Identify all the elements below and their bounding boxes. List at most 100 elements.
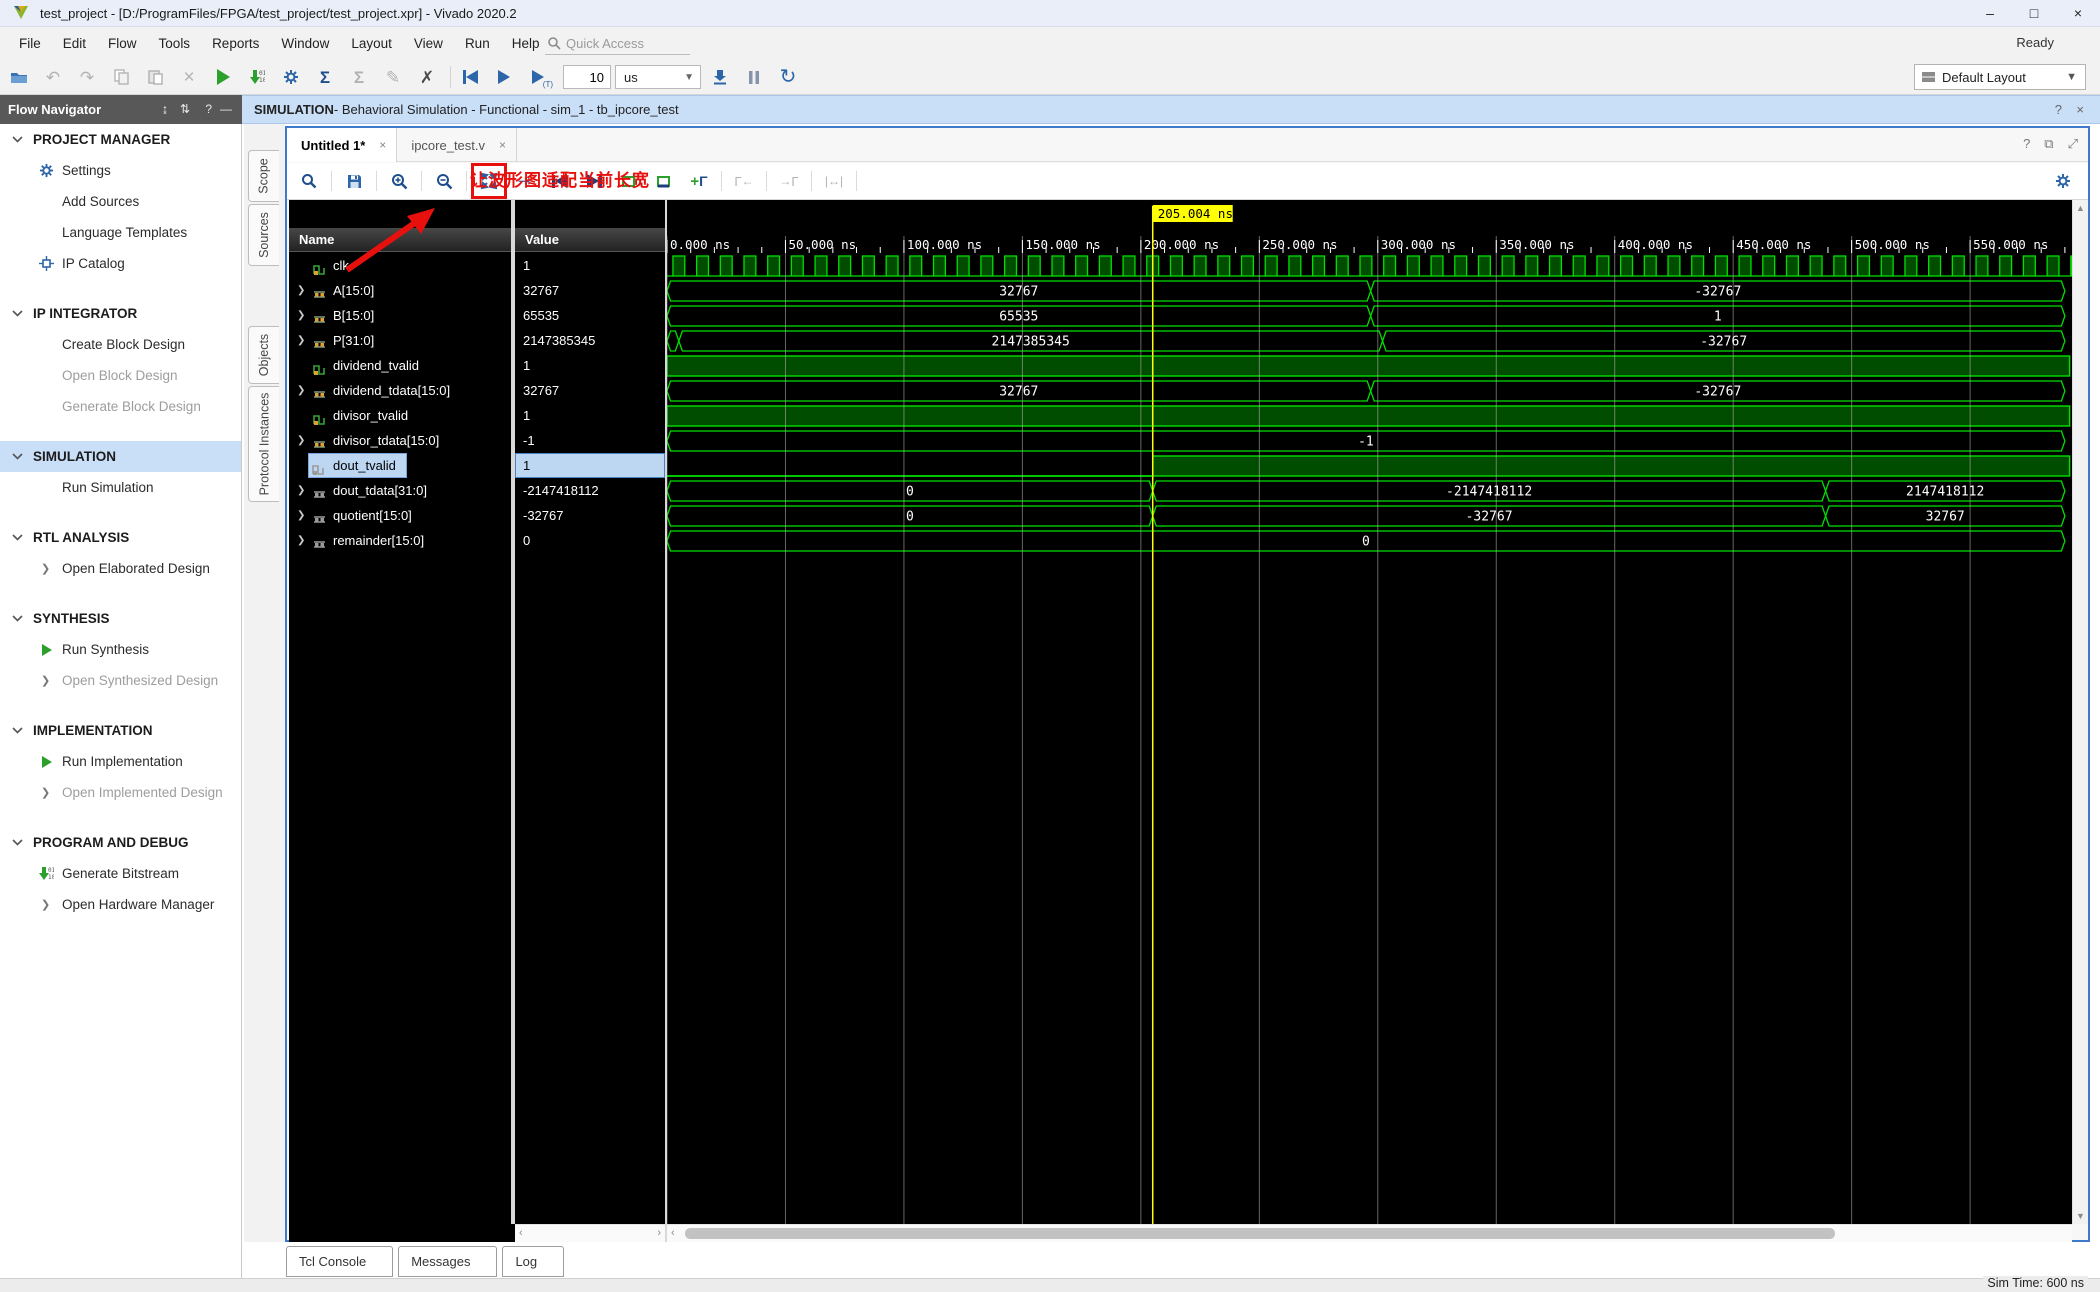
signal-value-quotient-15-0[interactable]: -32767: [515, 503, 665, 528]
signal-name-row-dividend-tdata-15-0[interactable]: ❯ dividend_tdata[15:0]: [289, 378, 511, 403]
paste-icon[interactable]: [140, 64, 170, 90]
sidebar-item-open-elaborated-design[interactable]: ❯ Open Elaborated Design: [0, 553, 241, 584]
run-all-icon[interactable]: [489, 64, 519, 90]
signal-value-clk[interactable]: 1: [515, 253, 665, 278]
signal-value-p-31-0[interactable]: 2147385345: [515, 328, 665, 353]
expand-chevron-icon[interactable]: ❯: [297, 428, 305, 453]
signal-value-dout-tvalid[interactable]: 1: [515, 453, 665, 478]
layout-selector[interactable]: Default Layout ▼: [1914, 64, 2086, 90]
runtime-unit-select[interactable]: us ▼: [615, 65, 701, 89]
open-file-icon[interactable]: [4, 64, 34, 90]
expand-chevron-icon[interactable]: ❯: [297, 303, 305, 328]
nav-section-header-ip-integrator[interactable]: IP INTEGRATOR: [0, 298, 241, 329]
signal-value-b-15-0[interactable]: 65535: [515, 303, 665, 328]
signal-name-row-a-15-0[interactable]: ❯ A[15:0]: [289, 278, 511, 303]
scroll-up-icon[interactable]: ▲: [2073, 203, 2088, 213]
menu-item-window[interactable]: Window: [270, 32, 340, 55]
signal-name-row-b-15-0[interactable]: ❯ B[15:0]: [289, 303, 511, 328]
expand-chevron-icon[interactable]: ❯: [297, 278, 305, 303]
signal-name-row-divisor-tdata-15-0[interactable]: ❯ divisor_tdata[15:0]: [289, 428, 511, 453]
minimize-panel-icon[interactable]: —: [220, 102, 232, 116]
help-icon[interactable]: ?: [205, 102, 212, 116]
menu-item-tools[interactable]: Tools: [148, 32, 202, 55]
wave-settings-gear-icon[interactable]: [2050, 168, 2076, 194]
menu-item-flow[interactable]: Flow: [97, 32, 148, 55]
scroll-down-icon[interactable]: ▼: [2073, 1211, 2088, 1221]
wave-tab-untitled-1[interactable]: Untitled 1* ×: [287, 128, 398, 162]
quick-access-input[interactable]: [566, 35, 676, 51]
sidebar-item-language-templates[interactable]: Language Templates: [0, 217, 241, 248]
maximize-button[interactable]: □: [2012, 0, 2056, 26]
signal-name-row-dout-tvalid[interactable]: dout_tvalid: [289, 453, 511, 478]
bottom-tab-log[interactable]: Log: [502, 1246, 565, 1277]
expand-chevron-icon[interactable]: ❯: [41, 562, 50, 575]
value-horizontal-scrollbar[interactable]: ‹ ›: [515, 1224, 665, 1242]
swap-cursor-icon-2[interactable]: [651, 168, 677, 194]
nav-section-header-project-manager[interactable]: PROJECT MANAGER: [0, 124, 241, 155]
delete-icon[interactable]: ×: [174, 64, 204, 90]
redo-icon[interactable]: ↷: [72, 64, 102, 90]
wave-tab-ipcore-test-v[interactable]: ipcore_test.v ×: [397, 128, 518, 162]
restart-simulation-icon[interactable]: [455, 64, 485, 90]
signal-value-divisor-tvalid[interactable]: 1: [515, 403, 665, 428]
nav-section-header-program-and-debug[interactable]: PROGRAM AND DEBUG: [0, 827, 241, 858]
scroll-right-icon[interactable]: ›: [657, 1227, 661, 1239]
wave-horizontal-scrollbar[interactable]: ‹: [667, 1224, 2072, 1242]
report-sigma-icon[interactable]: Σ: [310, 64, 340, 90]
sidebar-item-open-implemented-design[interactable]: ❯ Open Implemented Design: [0, 777, 241, 808]
value-column-header[interactable]: Value: [515, 228, 665, 252]
sidebar-item-generate-bitstream[interactable]: 0110 Generate Bitstream: [0, 858, 241, 889]
side-tab-objects[interactable]: Objects: [248, 326, 279, 384]
panel-maximize-icon[interactable]: ⤢: [2068, 136, 2078, 152]
sidebar-item-run-synthesis[interactable]: Run Synthesis: [0, 634, 241, 665]
close-button[interactable]: ×: [2056, 0, 2100, 26]
menu-item-help[interactable]: Help: [501, 32, 551, 55]
menu-item-run[interactable]: Run: [454, 32, 501, 55]
relaunch-icon[interactable]: ↻: [773, 64, 803, 90]
panel-help-icon[interactable]: ?: [2023, 136, 2030, 152]
copy-icon[interactable]: [106, 64, 136, 90]
settings-gear-icon[interactable]: [276, 64, 306, 90]
expand-chevron-icon[interactable]: ❯: [41, 674, 50, 687]
add-marker-icon[interactable]: + Γ: [686, 168, 712, 194]
sidebar-item-create-block-design[interactable]: Create Block Design: [0, 329, 241, 360]
signal-name-row-clk[interactable]: clk: [289, 253, 511, 278]
signal-value-dividend-tvalid[interactable]: 1: [515, 353, 665, 378]
signal-name-row-divisor-tvalid[interactable]: divisor_tvalid: [289, 403, 511, 428]
zoom-out-icon[interactable]: [431, 168, 457, 194]
run-for-time-icon[interactable]: (T): [523, 64, 553, 90]
scroll-left-icon[interactable]: ‹: [519, 1227, 523, 1239]
probe-cross-icon[interactable]: ✗: [412, 64, 442, 90]
zoom-in-icon[interactable]: [386, 168, 412, 194]
panel-float-icon[interactable]: ⧉: [2044, 136, 2053, 152]
signal-value-remainder-15-0[interactable]: 0: [515, 528, 665, 553]
sidebar-item-run-simulation[interactable]: Run Simulation: [0, 472, 241, 503]
menu-item-reports[interactable]: Reports: [201, 32, 270, 55]
sidebar-item-generate-block-design[interactable]: Generate Block Design: [0, 391, 241, 422]
step-icon[interactable]: [705, 64, 735, 90]
expand-collapse-icon[interactable]: ⇅: [180, 102, 190, 116]
expand-chevron-icon[interactable]: ❯: [297, 503, 305, 528]
context-close-icon[interactable]: ×: [2076, 102, 2084, 117]
close-tab-icon[interactable]: ×: [379, 138, 386, 152]
name-column-header[interactable]: Name: [289, 228, 511, 252]
expand-chevron-icon[interactable]: ❯: [41, 786, 50, 799]
signal-value-a-15-0[interactable]: 32767: [515, 278, 665, 303]
nav-section-header-rtl-analysis[interactable]: RTL ANALYSIS: [0, 522, 241, 553]
sidebar-item-open-block-design[interactable]: Open Block Design: [0, 360, 241, 391]
nav-section-header-simulation[interactable]: SIMULATION: [0, 441, 241, 472]
side-tab-protocol-instances[interactable]: Protocol Instances: [248, 386, 279, 502]
side-tab-sources[interactable]: Sources: [248, 204, 279, 266]
expand-chevron-icon[interactable]: ❯: [297, 528, 305, 553]
undo-icon[interactable]: ↶: [38, 64, 68, 90]
save-icon[interactable]: [341, 168, 367, 194]
expand-chevron-icon[interactable]: ❯: [41, 898, 50, 911]
pause-icon[interactable]: [739, 64, 769, 90]
wave-vertical-scrollbar[interactable]: ▲ ▼: [2072, 200, 2088, 1224]
run-simulation-play-icon[interactable]: [208, 64, 238, 90]
collapse-all-icon[interactable]: ↨: [162, 102, 168, 116]
signal-name-row-dividend-tvalid[interactable]: dividend_tvalid: [289, 353, 511, 378]
signal-name-row-quotient-15-0[interactable]: ❯ quotient[15:0]: [289, 503, 511, 528]
sidebar-item-ip-catalog[interactable]: IP Catalog: [0, 248, 241, 279]
side-tab-scope[interactable]: Scope: [248, 150, 279, 202]
